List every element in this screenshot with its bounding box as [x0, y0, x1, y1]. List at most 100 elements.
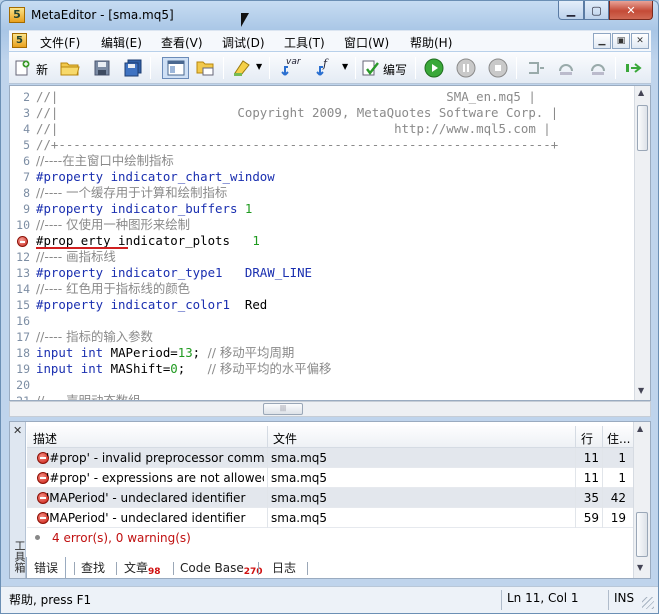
code-line[interactable]: 2 //| SMA_en.mq5 | — [10, 89, 634, 105]
error-file: sma.mq5 — [271, 511, 328, 525]
code-line[interactable]: 3 //| Copyright 2009, MetaQuotes Software… — [10, 105, 634, 121]
error-file: sma.mq5 — [271, 491, 328, 505]
comment-text: //---- 声明动态数组 — [36, 393, 141, 401]
column-divider[interactable] — [575, 426, 576, 448]
menu-tools[interactable]: 工具(T) — [284, 34, 325, 51]
status-divider — [501, 590, 502, 610]
tab-search[interactable]: 查找 — [74, 559, 112, 579]
error-row[interactable]: 'MAPeriod' - undeclared identifier sma.mq… — [27, 508, 633, 528]
error-row[interactable]: '#prop' - invalid preprocessor command sm… — [27, 448, 633, 468]
code-line[interactable]: 10 //---- 仅使用一种图形来绘制 — [10, 217, 634, 233]
code-line[interactable]: 19 input int MAShift=0; // 移动平均的水平偏移 — [10, 361, 634, 377]
save-icon[interactable] — [91, 57, 113, 79]
run-to-cursor-icon[interactable] — [623, 57, 645, 79]
code-line[interactable]: 7 #property indicator_chart_window — [10, 169, 634, 185]
menu-window[interactable]: 窗口(W) — [344, 34, 389, 51]
new-file-icon[interactable] — [11, 57, 33, 79]
code-line[interactable]: 9 #property indicator_buffers 1 — [10, 201, 634, 217]
styler-icon[interactable] — [231, 57, 253, 79]
error-row[interactable]: 'MAPeriod' - undeclared identifier sma.mq… — [27, 488, 633, 508]
menu-debug[interactable]: 调试(D) — [222, 34, 265, 51]
identifier-text: Red — [244, 297, 268, 312]
minimize-button[interactable]: ▁ — [558, 1, 584, 20]
step-out-icon[interactable] — [587, 57, 609, 79]
line-number: 5 — [23, 138, 30, 152]
tab-journal[interactable]: 日志 — [265, 559, 303, 579]
header-line[interactable]: 行 — [577, 430, 593, 446]
toolbox-close-icon[interactable]: ✕ — [13, 424, 22, 437]
maximize-button[interactable]: ▢ — [584, 1, 609, 20]
code-line[interactable]: 8 //---- 一个缓存用于计算和绘制指标 — [10, 185, 634, 201]
toolbar: 新 ▼ var f ▼ 编写 — [9, 52, 651, 84]
comment-text: //---- 红色用于指标线的颜色 — [36, 281, 191, 296]
code-line[interactable]: 6 //----在主窗口中绘制指标 — [10, 153, 634, 169]
line-number: 20 — [16, 378, 30, 392]
header-description[interactable]: 描述 — [29, 430, 57, 446]
pause-debug-icon[interactable] — [455, 57, 477, 79]
start-debug-icon[interactable] — [423, 57, 445, 79]
scroll-down-icon[interactable]: ▼ — [637, 563, 643, 572]
code-line[interactable]: 21 //---- 声明动态数组 — [10, 393, 634, 401]
save-all-icon[interactable] — [122, 57, 144, 79]
scroll-down-icon[interactable]: ▼ — [638, 386, 644, 395]
menu-view[interactable]: 查看(V) — [161, 34, 203, 51]
header-column[interactable]: 住... — [603, 430, 630, 446]
editor-vertical-scrollbar[interactable]: ▲ ▼ — [634, 86, 650, 400]
code-line[interactable]: 20 — [10, 377, 634, 393]
tab-code-base[interactable]: Code Base270 — [173, 559, 270, 579]
code-editor[interactable]: 2 //| SMA_en.mq5 | 3 //| Copyright 2009, Me… — [9, 85, 651, 401]
tab-articles[interactable]: 文章98 — [117, 559, 168, 579]
code-line[interactable]: #prop erty indicator_plots 1 — [10, 233, 634, 249]
mdi-close-button[interactable]: ✕ — [631, 33, 649, 49]
code-line[interactable]: 15 #property indicator_color1 Red — [10, 297, 634, 313]
navigator-toggle-icon[interactable] — [162, 57, 189, 79]
code-line[interactable]: 5 //+------------------------------------… — [10, 137, 634, 153]
code-line[interactable]: 17 //---- 指标的输入参数 — [10, 329, 634, 345]
error-row[interactable]: '#prop' - expressions are not allowed o.… — [27, 468, 633, 488]
insert-function-icon[interactable]: f — [312, 57, 340, 79]
code-line[interactable]: 4 //| http://www.mql5.com | — [10, 121, 634, 137]
step-over-icon[interactable] — [555, 57, 577, 79]
menu-edit[interactable]: 编辑(E) — [101, 34, 142, 51]
code-line[interactable]: 13 #property indicator_type1 DRAW_LINE — [10, 265, 634, 281]
header-file[interactable]: 文件 — [269, 430, 297, 446]
step-into-icon[interactable] — [525, 57, 547, 79]
open-folder-icon[interactable] — [59, 57, 81, 79]
code-line[interactable]: 14 //---- 红色用于指标线的颜色 — [10, 281, 634, 297]
code-lines[interactable]: 2 //| SMA_en.mq5 | 3 //| Copyright 2009, Me… — [10, 89, 634, 401]
scroll-up-icon[interactable]: ▲ — [638, 88, 644, 97]
styler-dropdown-icon[interactable]: ▼ — [256, 62, 262, 71]
resize-grip-icon[interactable] — [642, 597, 654, 609]
close-button[interactable]: ✕ — [609, 1, 653, 20]
code-line[interactable]: 16 — [10, 313, 634, 329]
horizontal-scroll-thumb[interactable]: ||| — [263, 403, 303, 415]
menu-help[interactable]: 帮助(H) — [410, 34, 452, 51]
editor-scroll-thumb[interactable] — [637, 105, 648, 151]
comment-text: //| http://www.mql5.com | — [36, 121, 551, 136]
toolbar-separator — [415, 57, 416, 79]
title-bar[interactable]: 5 MetaEditor - [sma.mq5] ▁ ▢ ✕ — [1, 1, 658, 29]
toolbar-separator — [269, 57, 270, 79]
mdi-minimize-button[interactable]: ▁ — [593, 33, 611, 49]
toolbox-scroll-thumb[interactable] — [636, 512, 648, 557]
editor-horizontal-scrollbar[interactable]: ||| — [9, 401, 651, 417]
new-button-label[interactable]: 新 — [36, 61, 48, 78]
toolbox-vertical-scrollbar[interactable]: ▲ ▼ — [633, 422, 650, 578]
error-description: 'MAPeriod' - undeclared identifier — [46, 511, 246, 525]
scroll-up-icon[interactable]: ▲ — [637, 424, 643, 433]
toolbox-toggle-icon[interactable] — [194, 57, 216, 79]
document-icon[interactable]: 5 — [12, 33, 27, 48]
column-divider[interactable] — [267, 426, 268, 448]
mdi-restore-button[interactable]: ▣ — [612, 33, 630, 49]
compile-icon[interactable] — [360, 57, 382, 79]
code-line[interactable]: 18 input int MAPeriod=13; // 移动平均周期 — [10, 345, 634, 361]
function-dropdown-icon[interactable]: ▼ — [342, 62, 348, 71]
insert-variable-icon[interactable]: var — [277, 57, 305, 79]
stop-debug-icon[interactable] — [487, 57, 509, 79]
code-line[interactable]: 12 //---- 画指标线 — [10, 249, 634, 265]
metaeditor-app-icon[interactable]: 5 — [9, 7, 25, 23]
compile-button-label[interactable]: 编写 — [383, 61, 407, 78]
tab-errors[interactable]: 错误 — [26, 557, 67, 579]
menu-file[interactable]: 文件(F) — [40, 34, 80, 51]
toolbar-separator — [355, 57, 356, 79]
